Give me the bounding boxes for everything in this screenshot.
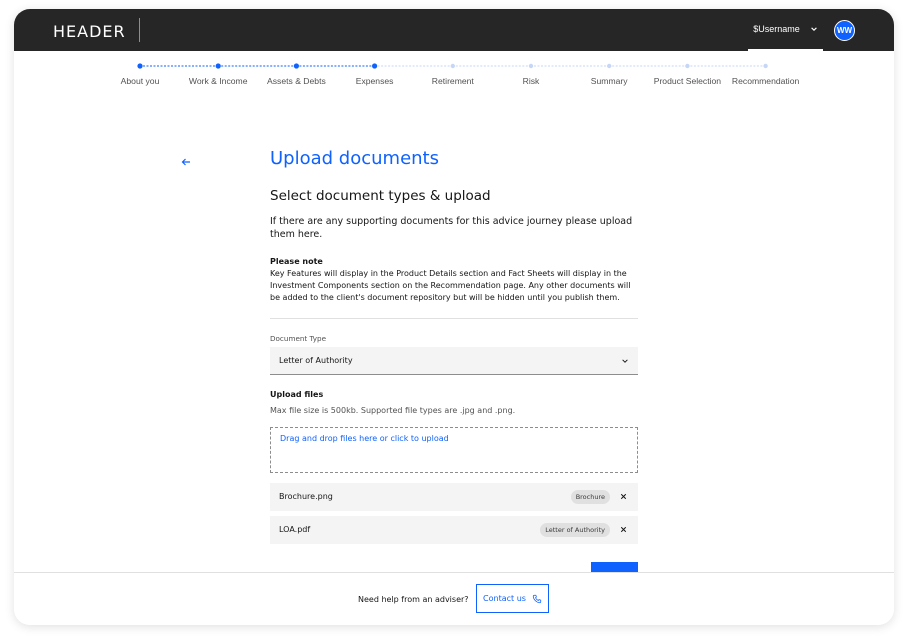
help-footer: Need help from an adviser? Contact us [14,572,894,625]
upload-help-text: Max file size is 500kb. Supported file t… [270,406,516,415]
arrow-left-icon[interactable] [180,156,192,168]
file-type-tag: Letter of Authority [540,523,610,537]
top-header: HEADER $Username WW [14,9,894,51]
help-text: Need help from an adviser? [358,595,469,604]
progress-step-marker [528,63,534,69]
progress-step-marker [215,63,221,69]
document-type-value: Letter of Authority [279,356,353,365]
user-menu-button[interactable]: $Username [748,9,823,51]
progress-step-marker [763,63,768,69]
phone-icon [532,594,542,603]
progress-step-marker [450,63,455,69]
progress-step-marker [607,63,612,69]
file-dropzone[interactable]: Drag and drop files here or click to upl… [270,427,638,473]
file-item: LOA.pdf Letter of Authority [270,516,638,544]
note-body: Key Features will display in the Product… [270,269,631,303]
document-type-label: Document Type [270,334,327,343]
file-item: Brochure.png Brochure [270,483,638,511]
header-divider [139,18,140,42]
contact-us-button[interactable]: Contact us [476,584,549,613]
progress-step-summary[interactable]: Summary [591,76,628,86]
file-name: LOA.pdf [279,525,311,534]
progress-step-marker [685,63,690,69]
avatar[interactable]: WW [834,20,855,41]
progress-step-work-income[interactable]: Work & Income [189,76,248,86]
dropzone-link[interactable]: Drag and drop files here or click to upl… [280,434,449,443]
page-title: Upload documents [270,148,439,169]
close-icon[interactable] [619,525,628,534]
app-window: HEADER $Username WW About you Work & Inco… [14,9,894,625]
progress-step-product-selection[interactable]: Product Selection [654,76,721,86]
file-name: Brochure.png [279,492,333,501]
progress-indicator: About you Work & Income Assets & Debts Expe… [14,51,894,101]
progress-step-marker [293,63,299,69]
page-subtitle: Select document types & upload [270,188,491,204]
progress-step-marker [137,63,143,69]
note-heading: Please note [270,257,323,266]
document-type-select[interactable]: Letter of Authority [270,347,638,375]
header-brand: HEADER [53,22,126,41]
upload-files-heading: Upload files [270,390,324,399]
progress-step-about-you[interactable]: About you [121,76,160,86]
chevron-down-icon [622,359,628,363]
progress-step-retirement[interactable]: Retirement [432,76,474,86]
progress-step-expenses[interactable]: Expenses [356,76,394,86]
username-label: $Username [753,24,800,34]
progress-step-assets-debts[interactable]: Assets & Debts [267,76,326,86]
chevron-down-icon [810,27,817,31]
progress-step-risk[interactable]: Risk [523,76,540,86]
progress-step-recommendation[interactable]: Recommendation [732,76,799,86]
progress-step-marker [372,63,378,69]
contact-us-label: Contact us [483,594,526,603]
file-type-tag: Brochure [570,490,610,504]
close-icon[interactable] [619,492,628,501]
intro-text: If there are any supporting documents fo… [270,216,633,240]
section-divider [270,318,638,319]
